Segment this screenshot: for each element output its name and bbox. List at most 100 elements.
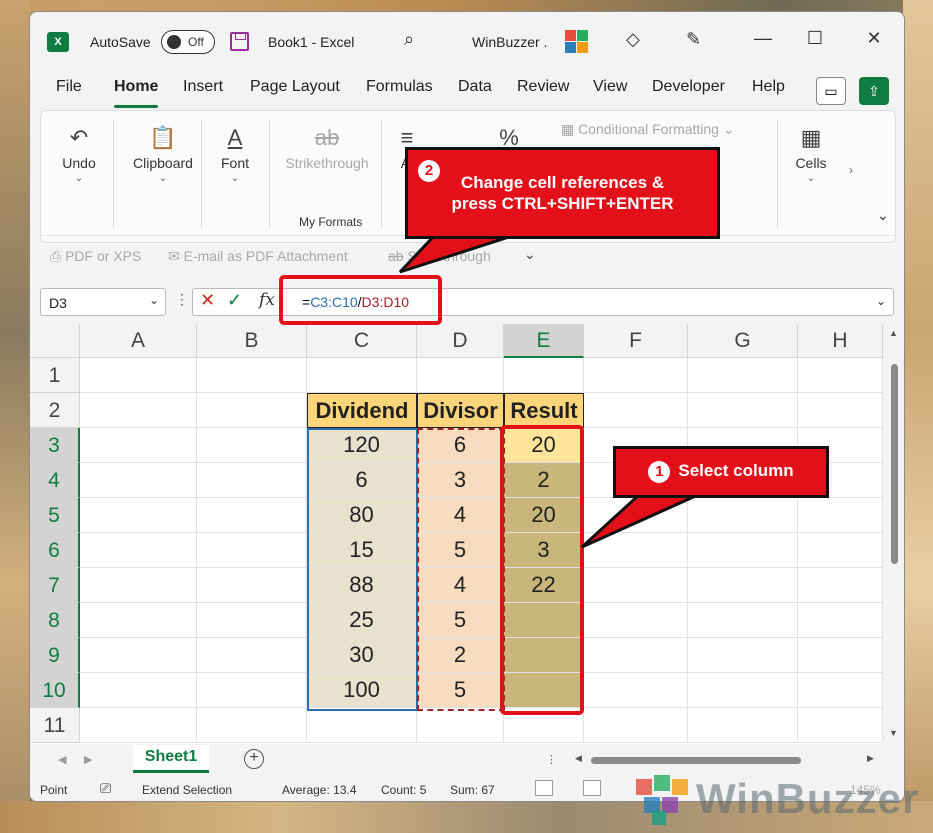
cell-f7[interactable] (584, 568, 688, 603)
cell-h7[interactable] (798, 568, 883, 603)
row-header-7[interactable]: 7 (30, 568, 80, 603)
cell-g2[interactable] (688, 393, 798, 428)
insert-function-button[interactable]: fx (259, 290, 275, 310)
scroll-up-icon[interactable]: ▲ (889, 328, 898, 338)
font-group[interactable]: A Font ⌄ (207, 111, 263, 231)
row-header-1[interactable]: 1 (30, 358, 80, 393)
clipboard-group[interactable]: 📋 Clipboard ⌄ (119, 111, 207, 231)
select-all-corner[interactable] (30, 324, 80, 358)
cell-f11[interactable] (584, 708, 688, 743)
column-header-d[interactable]: D (417, 324, 504, 358)
row-header-6[interactable]: 6 (30, 533, 80, 568)
scroll-down-icon[interactable]: ▼ (889, 728, 898, 738)
cell-h9[interactable] (798, 638, 883, 673)
cell-a7[interactable] (80, 568, 197, 603)
cell-h11[interactable] (798, 708, 883, 743)
cell-g5[interactable] (688, 498, 798, 533)
column-header-f[interactable]: F (584, 324, 688, 358)
header-cell-d[interactable]: Divisor (417, 393, 504, 428)
cell-f1[interactable] (584, 358, 688, 393)
cell-g9[interactable] (688, 638, 798, 673)
comments-button[interactable]: ▭ (816, 77, 846, 105)
cell-g8[interactable] (688, 603, 798, 638)
header-cell-e[interactable]: Result (504, 393, 584, 428)
tab-page-layout[interactable]: Page Layout (250, 78, 340, 96)
expand-formula-bar-icon[interactable]: ⌄ (876, 294, 886, 308)
row-header-10[interactable]: 10 (30, 673, 80, 708)
cell-a1[interactable] (80, 358, 197, 393)
row-header-11[interactable]: 11 (30, 708, 80, 743)
tab-view[interactable]: View (593, 78, 627, 96)
worksheet-grid[interactable]: A B C D E F G H 1 2 Dividend Divisor Result 3… (30, 324, 904, 744)
cell-f9[interactable] (584, 638, 688, 673)
cell-g11[interactable] (688, 708, 798, 743)
cell-f10[interactable] (584, 673, 688, 708)
cell-a9[interactable] (80, 638, 197, 673)
account-avatar[interactable] (563, 28, 591, 56)
autosave-toggle[interactable]: Off (161, 30, 215, 54)
ribbon-scroll-right-icon[interactable]: › (849, 163, 853, 177)
cell-b6[interactable] (197, 533, 307, 568)
status-average[interactable]: Average: 13.4 (282, 783, 357, 797)
cell-f2[interactable] (584, 393, 688, 428)
cell-c1[interactable] (307, 358, 417, 393)
header-cell-c[interactable]: Dividend (307, 393, 417, 428)
name-box[interactable]: D3 ⌄ (40, 288, 166, 316)
column-header-g[interactable]: G (688, 324, 798, 358)
cell-c11[interactable] (307, 708, 417, 743)
row-header-3[interactable]: 3 (30, 428, 80, 463)
cell-b8[interactable] (197, 603, 307, 638)
cell-g1[interactable] (688, 358, 798, 393)
designer-pen-icon[interactable]: ✎ (686, 29, 701, 50)
tab-insert[interactable]: Insert (183, 78, 223, 96)
qat-strikethrough-button[interactable]: ab Strikethrough (388, 248, 491, 264)
column-header-c[interactable]: C (307, 324, 417, 358)
cell-a10[interactable] (80, 673, 197, 708)
cell-a5[interactable] (80, 498, 197, 533)
cell-h10[interactable] (798, 673, 883, 708)
cell-b11[interactable] (197, 708, 307, 743)
tab-splitter-icon[interactable]: ⋮ (546, 753, 557, 766)
vertical-scroll-thumb[interactable] (891, 364, 898, 564)
chevron-down-icon[interactable]: ⌄ (149, 293, 159, 307)
row-header-9[interactable]: 9 (30, 638, 80, 673)
minimize-button[interactable]: — (748, 28, 778, 49)
cell-b4[interactable] (197, 463, 307, 498)
normal-view-button[interactable] (535, 780, 553, 796)
sheet-tab-sheet1[interactable]: Sheet1 (133, 745, 209, 773)
cell-f8[interactable] (584, 603, 688, 638)
close-button[interactable]: ✕ (859, 28, 889, 49)
cell-h2[interactable] (798, 393, 883, 428)
row-header-5[interactable]: 5 (30, 498, 80, 533)
cell-b9[interactable] (197, 638, 307, 673)
cell-h5[interactable] (798, 498, 883, 533)
horizontal-scroll-thumb[interactable] (591, 757, 801, 764)
prev-sheet-icon[interactable]: ◀ (58, 753, 66, 766)
cell-b1[interactable] (197, 358, 307, 393)
column-header-e[interactable]: E (504, 324, 584, 358)
cell-e1[interactable] (504, 358, 584, 393)
strikethrough-button[interactable]: ab Strikethrough (275, 111, 379, 231)
cancel-icon[interactable]: ✕ (200, 290, 215, 311)
qat-pdf-button[interactable]: ⎙ PDF or XPS (50, 248, 141, 265)
row-header-2[interactable]: 2 (30, 393, 80, 428)
ribbon-collapse-icon[interactable]: ⌄ (877, 207, 889, 224)
scroll-left-icon[interactable]: ◀ (575, 753, 582, 764)
cell-g6[interactable] (688, 533, 798, 568)
cell-h6[interactable] (798, 533, 883, 568)
scroll-right-icon[interactable]: ▶ (867, 753, 874, 764)
tab-data[interactable]: Data (458, 78, 492, 96)
cell-a4[interactable] (80, 463, 197, 498)
page-layout-view-button[interactable] (583, 780, 601, 796)
macro-record-icon[interactable]: ⎚ (100, 780, 111, 797)
maximize-button[interactable]: ☐ (800, 28, 830, 49)
account-name[interactable]: WinBuzzer . (472, 34, 547, 50)
qat-customize-icon[interactable]: ⌄ (524, 246, 536, 263)
cell-g10[interactable] (688, 673, 798, 708)
cell-b10[interactable] (197, 673, 307, 708)
cells-group[interactable]: ▦ Cells ⌄ (783, 111, 839, 231)
cell-b5[interactable] (197, 498, 307, 533)
add-sheet-button[interactable]: + (244, 749, 264, 769)
cell-b7[interactable] (197, 568, 307, 603)
cell-d1[interactable] (417, 358, 504, 393)
